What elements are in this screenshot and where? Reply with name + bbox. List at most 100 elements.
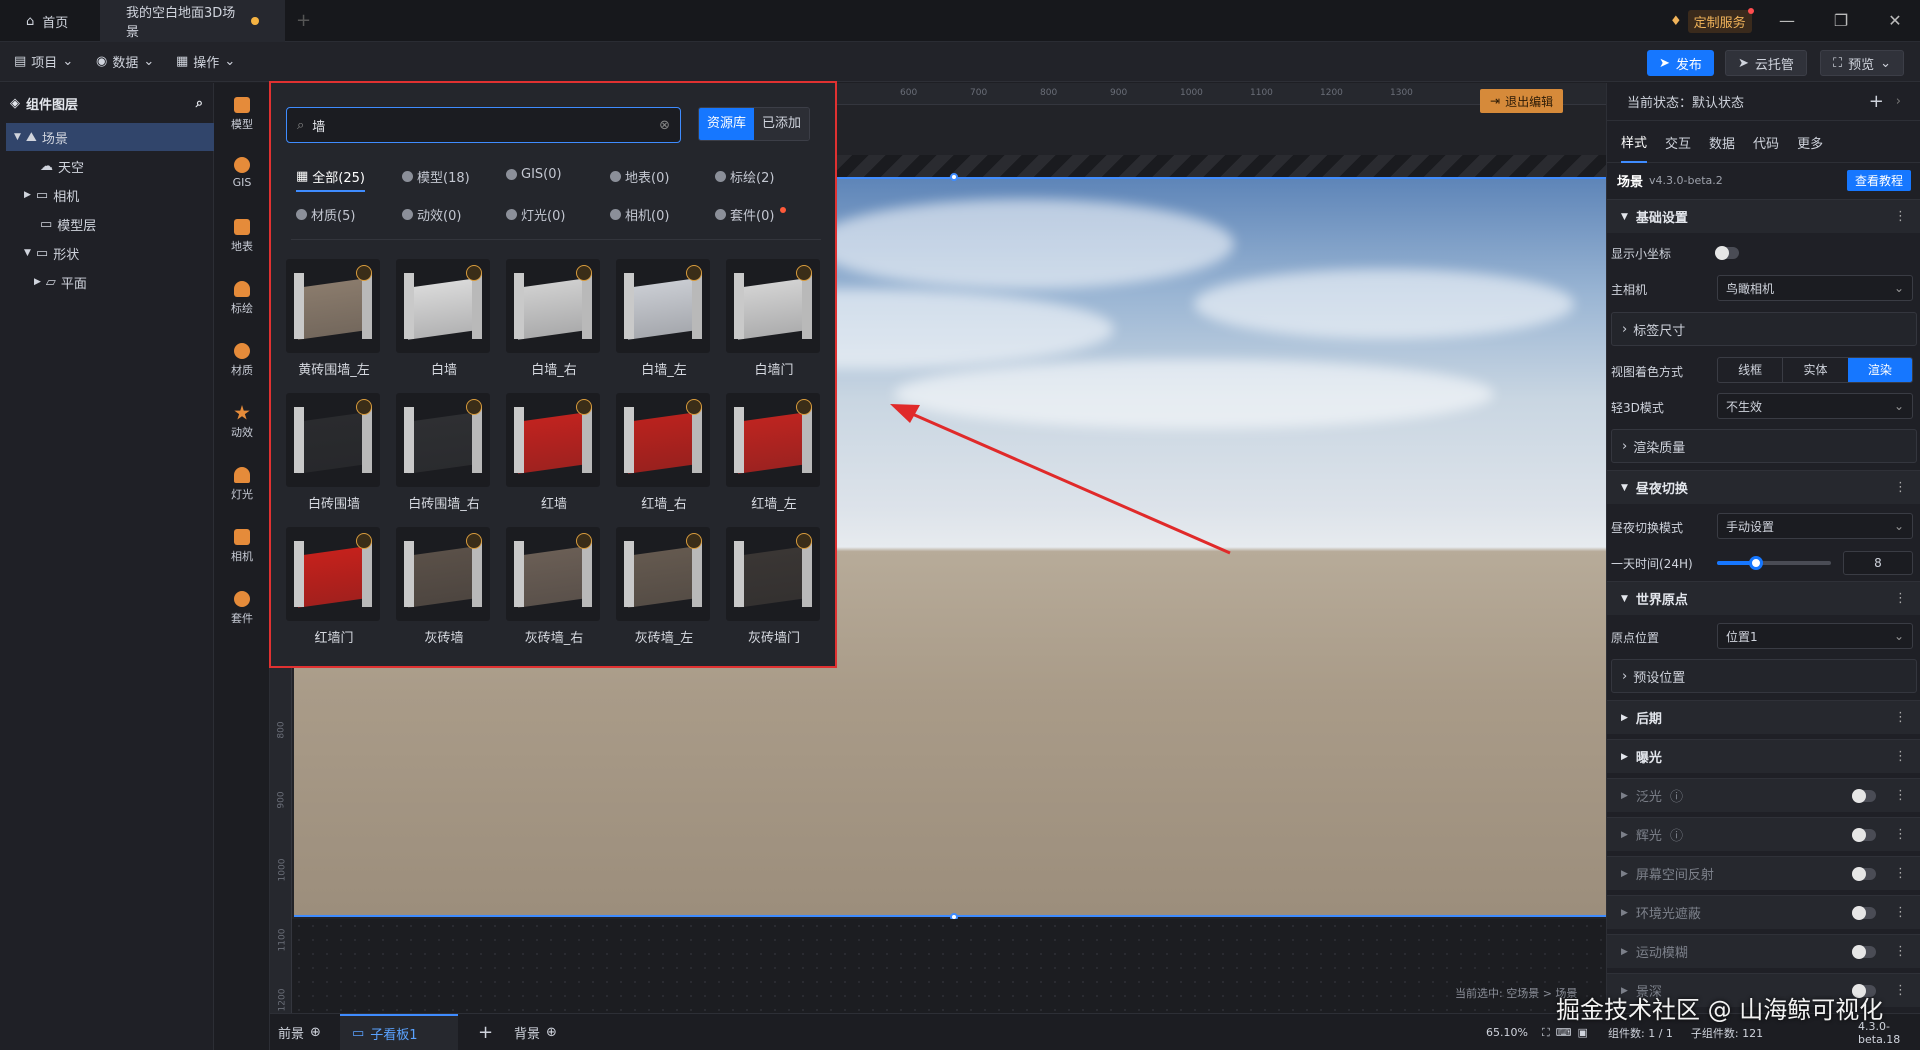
filter-all[interactable]: ▦ 全部(25) [296,167,365,192]
more-icon[interactable]: ⋮ [1894,749,1907,764]
more-icon[interactable]: ⋮ [1894,827,1907,842]
more-icon[interactable]: ⋮ [1894,983,1907,998]
category-surface[interactable]: 地表 [214,219,270,254]
asset-card[interactable]: 灰砖墙_右 [506,527,602,646]
clear-icon[interactable]: ⊗ [659,118,670,133]
filter-camera[interactable]: 相机(0) [610,205,669,224]
tab-home[interactable]: ⌂ 首页 [0,0,100,42]
tree-item-camera[interactable]: ▶ ▭ 相机 [0,181,214,209]
more-icon[interactable]: ⋮ [1894,591,1907,606]
filter-material[interactable]: 材质(5) [296,205,355,224]
category-gis[interactable]: GIS [214,157,270,189]
caret-down-icon[interactable]: ▼ [24,248,31,258]
section-day-night[interactable]: ▼ 昼夜切换 ⋮ [1607,470,1920,504]
source-library-button[interactable]: 资源库 [699,108,755,140]
menu-data[interactable]: ◉ 数据 ⌄ [96,52,154,71]
add-tab-button[interactable]: + [296,10,311,31]
tree-item-plane[interactable]: ▶ ▱ 平面 [0,268,214,296]
add-state-button[interactable]: + [1869,91,1884,112]
tree-item-sky[interactable]: ☁ 天空 [0,152,214,180]
asset-card[interactable]: 白墙 [396,259,492,378]
section-glow[interactable]: ▶ 辉光 ⓘ ⋮ [1607,817,1920,851]
category-model[interactable]: 模型 [214,97,270,132]
caret-down-icon[interactable]: ▼ [14,132,21,142]
asset-card[interactable]: 红墙门 [286,527,382,646]
more-icon[interactable]: ⋮ [1894,905,1907,920]
terminal-icon[interactable]: ▣ [1578,1026,1588,1039]
ssr-toggle[interactable] [1852,866,1876,881]
asset-card[interactable]: 红墙_右 [616,393,712,512]
filter-kit[interactable]: 套件(0) [715,205,787,224]
light3d-select[interactable]: 不生效 ⌄ [1717,393,1913,419]
tab-code[interactable]: 代码 [1753,133,1779,152]
asset-card[interactable]: 灰砖墙门 [726,527,822,646]
add-panel-button[interactable]: + [478,1014,493,1050]
category-camera[interactable]: 相机 [214,529,270,564]
tab-foreground[interactable]: 前景 ⊕ [278,1014,321,1050]
tab-data[interactable]: 数据 [1709,133,1735,152]
ao-toggle[interactable] [1852,905,1876,920]
source-toggle[interactable]: 资源库 已添加 [698,107,811,141]
motion-blur-toggle[interactable] [1852,944,1876,959]
view-mode-wireframe[interactable]: 线框 [1718,358,1782,382]
help-icon[interactable]: ⓘ [1670,786,1683,805]
label-size-collapse[interactable]: › 标签尺寸 [1611,312,1917,346]
filter-effect[interactable]: 动效(0) [402,205,461,224]
more-icon[interactable]: ⋮ [1894,710,1907,725]
custom-service-button[interactable]: ♦ 定制服务 [1670,7,1754,33]
added-button[interactable]: 已添加 [754,108,810,140]
help-icon[interactable]: ⓘ [1670,825,1683,844]
category-light[interactable]: 灯光 [214,467,270,502]
render-quality-collapse[interactable]: › 渲染质量 [1611,429,1917,463]
view-mode-solid[interactable]: 实体 [1782,358,1847,382]
asset-card[interactable]: 白墙门 [726,259,822,378]
search-input[interactable] [312,117,652,133]
fit-icon[interactable]: ⛶ [1542,1026,1550,1040]
tree-item-model-layer[interactable]: ▭ 模型层 [0,210,214,238]
preset-pos-collapse[interactable]: › 预设位置 [1611,659,1917,693]
filter-gis[interactable]: GIS(0) [506,167,562,182]
close-button[interactable]: ✕ [1880,8,1910,34]
asset-card[interactable]: 白墙_左 [616,259,712,378]
category-material[interactable]: 材质 [214,343,270,378]
add-circle-icon[interactable]: ⊕ [546,1025,557,1040]
day-night-mode-select[interactable]: 手动设置 ⌄ [1717,513,1913,539]
asset-card[interactable]: 灰砖墙 [396,527,492,646]
filter-surface[interactable]: 地表(0) [610,167,669,186]
menu-project[interactable]: ▤ 项目 ⌄ [14,52,73,71]
publish-button[interactable]: ➤ 发布 [1647,50,1714,76]
search-box[interactable]: ⌕ ⊗ [286,107,681,143]
bloom-toggle[interactable] [1852,788,1876,803]
asset-card[interactable]: 红墙_左 [726,393,822,512]
glow-toggle[interactable] [1852,827,1876,842]
tree-item-scene[interactable]: ▼ ⛰ 场景 [6,123,214,151]
menu-operate[interactable]: ▦ 操作 ⌄ [176,52,235,71]
asset-card[interactable]: 灰砖墙_左 [616,527,712,646]
main-camera-select[interactable]: 鸟瞰相机 ⌄ [1717,275,1913,301]
asset-card[interactable]: 红墙 [506,393,602,512]
caret-right-icon[interactable]: ▶ [34,277,41,287]
more-icon[interactable]: ⋮ [1894,944,1907,959]
tab-background[interactable]: 背景 ⊕ [514,1014,557,1050]
view-mode-render[interactable]: 渲染 [1847,358,1912,382]
section-world-origin[interactable]: ▼ 世界原点 ⋮ [1607,581,1920,615]
section-ssr[interactable]: ▶ 屏幕空间反射 ⋮ [1607,856,1920,890]
day-time-slider[interactable] [1717,556,1831,570]
tab-sub-panel[interactable]: ▭ 子看板1 [340,1014,458,1050]
section-basic[interactable]: ▼ 基础设置 ⋮ [1607,199,1920,233]
keyboard-icon[interactable]: ⌨ [1556,1026,1572,1039]
add-circle-icon[interactable]: ⊕ [310,1025,321,1040]
tutorial-button[interactable]: 查看教程 [1846,169,1911,191]
tab-more[interactable]: 更多 [1797,133,1823,152]
more-icon[interactable]: ⋮ [1894,866,1907,881]
asset-card[interactable]: 黄砖围墙_左 [286,259,382,378]
filter-plot[interactable]: 标绘(2) [715,167,774,186]
section-motion-blur[interactable]: ▶ 运动模糊 ⋮ [1607,934,1920,968]
tab-scene[interactable]: 我的空白地面3D场景 [100,0,285,42]
preview-button[interactable]: ⛶ 预览 ⌄ [1820,50,1905,76]
filter-model[interactable]: 模型(18) [402,167,470,186]
tree-item-shape[interactable]: ▼ ▭ 形状 [0,239,214,267]
filter-light[interactable]: 灯光(0) [506,205,565,224]
caret-right-icon[interactable]: ▶ [24,190,31,200]
tab-interaction[interactable]: 交互 [1665,133,1691,152]
